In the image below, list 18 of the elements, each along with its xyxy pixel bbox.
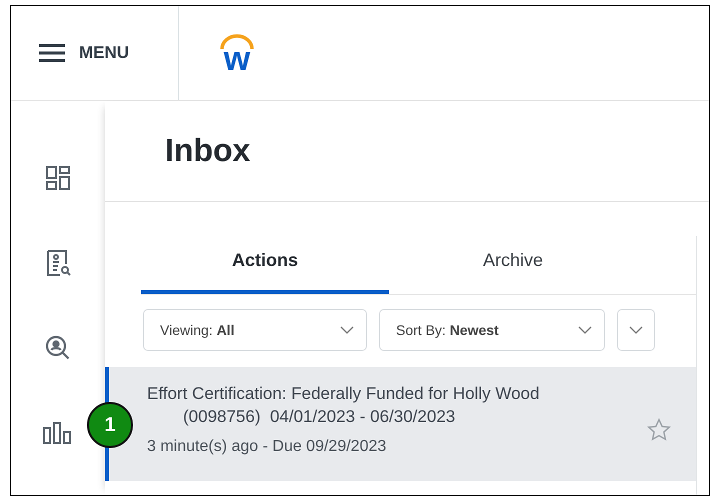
chevron-down-icon [340,326,354,334]
filter-dropdown[interactable]: Sort By: Newest [379,309,605,351]
item-title[interactable]: Effort Certification: Federally Funded for Holly Wood [147,383,646,405]
star-icon[interactable] [646,417,672,443]
callout-badge: 1 [87,402,133,448]
filter-dropdown[interactable]: Viewing: All [143,309,367,351]
item-meta: 3 minute(s) ago - Due 09/29/2023 [147,438,388,456]
logo-arc-icon [219,34,255,50]
tab[interactable]: Actions [141,236,389,294]
item-subtitle: (0098756) 04/01/2023 - 06/30/2023 [182,406,456,428]
dashboard-icon[interactable] [43,163,73,193]
chevron-down-icon [578,326,592,334]
logo[interactable]: w [224,46,250,72]
menu-button[interactable]: MENU [11,6,179,100]
page-title: Inbox [165,132,250,168]
menu-icon [39,43,65,63]
tab[interactable]: Archive [389,236,637,294]
chevron-down-icon [629,326,643,334]
